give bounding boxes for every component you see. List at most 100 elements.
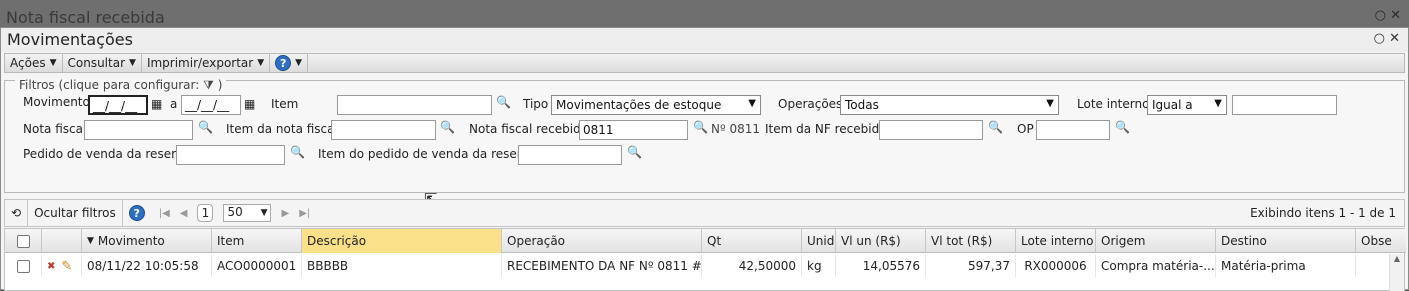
search-icon[interactable]: 🔍 xyxy=(693,120,708,134)
cell-origem: Compra matéria-... xyxy=(1096,255,1216,277)
chevron-down-icon: ▼ xyxy=(1214,98,1222,109)
movements-grid: ▼ Movimento Item Descrição Operação Qt Un… xyxy=(4,228,1406,291)
lote-interno-label: Lote interno xyxy=(1077,97,1150,111)
search-icon[interactable]: 🔍 xyxy=(290,145,305,159)
cell-lote-interno: RX000006 xyxy=(1016,255,1096,277)
chat-icon[interactable]: ○ xyxy=(1375,8,1386,23)
close-icon[interactable]: ✕ xyxy=(1390,8,1401,23)
menu-help[interactable]: ? ▼ xyxy=(270,54,309,72)
cell-unid: kg xyxy=(802,255,836,277)
close-icon[interactable]: ✕ xyxy=(1389,31,1400,46)
pedido-venda-label: Pedido de venda da reserva xyxy=(23,147,191,161)
search-icon[interactable]: 🔍 xyxy=(627,145,642,159)
item-field[interactable] xyxy=(337,95,492,115)
window-controls: ○ ✕ xyxy=(1374,31,1400,46)
prev-page-icon[interactable]: ◀ xyxy=(180,208,188,219)
cell-observacao xyxy=(1356,255,1390,277)
header-qt[interactable]: Qt xyxy=(702,229,802,253)
refresh-button[interactable]: ⟲ xyxy=(5,200,29,226)
filters-legend[interactable]: Filtros (clique para configurar: ⧩ ) xyxy=(15,78,227,93)
pedido-venda-field[interactable] xyxy=(176,145,285,165)
chevron-down-icon: ▼ xyxy=(1046,98,1054,109)
grid-help-button[interactable]: ? xyxy=(123,200,151,226)
filter-icon[interactable]: ⧩ xyxy=(203,78,214,92)
header-operacao[interactable]: Operação xyxy=(502,229,702,253)
help-icon: ? xyxy=(275,55,292,71)
item-nota-fiscal-label: Item da nota fiscal xyxy=(226,122,338,136)
row-checkbox-cell[interactable] xyxy=(5,255,42,277)
cell-vl-un: 14,05576 xyxy=(836,255,926,277)
items-count-label: Exibindo itens 1 - 1 de 1 xyxy=(1250,206,1396,220)
page-size-select[interactable]: 50 ▼ xyxy=(223,204,272,222)
edit-icon[interactable]: ✎ xyxy=(61,259,72,274)
page-number-input[interactable]: 1 xyxy=(197,204,214,222)
header-origem[interactable]: Origem xyxy=(1096,229,1216,253)
delete-icon[interactable]: ✖ xyxy=(47,261,55,272)
header-destino[interactable]: Destino xyxy=(1216,229,1356,253)
help-icon: ? xyxy=(128,205,145,221)
cell-operacao: RECEBIMENTO DA NF Nº 0811 #... xyxy=(502,255,702,277)
cell-movimento: 08/11/22 10:05:58 xyxy=(82,255,212,277)
item-label: Item xyxy=(271,97,299,111)
item-pedido-venda-field[interactable] xyxy=(518,145,622,165)
hide-filters-button[interactable]: Ocultar filtros xyxy=(28,200,123,226)
movimentacoes-window: Movimentações ○ ✕ Ações ▼ Consultar ▼ Impr… xyxy=(0,27,1409,291)
header-unid[interactable]: Unid xyxy=(802,229,836,253)
item-nf-recebida-field[interactable] xyxy=(879,120,983,140)
calendar-icon[interactable]: ▦ xyxy=(244,97,255,111)
header-observacao[interactable]: Obse xyxy=(1356,229,1406,253)
date-from-field[interactable]: __/__/__ xyxy=(88,95,148,115)
last-page-icon[interactable]: ▶| xyxy=(299,208,310,219)
search-icon[interactable]: 🔍 xyxy=(1115,120,1130,134)
lote-interno-field[interactable] xyxy=(1232,95,1337,115)
chevron-down-icon: ▼ xyxy=(748,98,756,109)
header-movimento[interactable]: ▼ Movimento xyxy=(82,229,212,253)
nota-fiscal-field[interactable] xyxy=(84,120,193,140)
select-all-checkbox-cell[interactable] xyxy=(5,229,42,253)
header-lote-interno[interactable]: Lote interno xyxy=(1016,229,1096,253)
chevron-down-icon: ▼ xyxy=(257,58,265,68)
header-vl-un[interactable]: Vl un (R$) xyxy=(836,229,926,253)
tipo-select[interactable]: Movimentações de estoque ▼ xyxy=(551,95,761,115)
next-page-icon[interactable]: ▶ xyxy=(281,208,289,219)
scroll-up-icon[interactable]: ▲ xyxy=(1394,254,1400,263)
op-label: OP xyxy=(1017,122,1034,136)
header-item[interactable]: Item xyxy=(212,229,302,253)
chat-icon[interactable]: ○ xyxy=(1374,31,1385,46)
header-vl-tot[interactable]: Vl tot (R$) xyxy=(926,229,1016,253)
search-icon[interactable]: 🔍 xyxy=(440,120,455,134)
cell-qt: 42,50000 xyxy=(702,255,802,277)
tipo-label: Tipo xyxy=(523,97,549,111)
refresh-icon: ⟲ xyxy=(11,206,22,220)
background-window: Nota fiscal recebida ○ ✕ xyxy=(0,0,1409,30)
menu-acoes[interactable]: Ações ▼ xyxy=(5,54,63,72)
menu-consultar[interactable]: Consultar ▼ xyxy=(63,54,142,72)
window-title: Movimentações xyxy=(7,30,133,49)
chevron-down-icon: ▼ xyxy=(295,58,303,68)
op-field[interactable] xyxy=(1036,120,1110,140)
lote-operator-select[interactable]: Igual a ▼ xyxy=(1147,95,1227,115)
search-icon[interactable]: 🔍 xyxy=(988,120,1003,134)
grid-scrollbar[interactable]: ▲ xyxy=(1389,254,1404,291)
menu-imprimir-exportar[interactable]: Imprimir/exportar ▼ xyxy=(142,54,271,72)
date-to-field[interactable]: __/__/__ xyxy=(181,95,241,115)
nf-recebida-field[interactable]: 0811 xyxy=(579,120,688,140)
operacoes-label: Operações xyxy=(778,97,843,111)
search-icon[interactable]: 🔍 xyxy=(496,95,511,109)
row-actions: ✖ ✎ xyxy=(42,255,82,277)
item-nota-fiscal-field[interactable] xyxy=(331,120,436,140)
calendar-icon[interactable]: ▦ xyxy=(151,97,162,111)
sort-desc-icon: ▼ xyxy=(87,236,94,246)
search-icon[interactable]: 🔍 xyxy=(198,120,213,134)
date-to-label: a xyxy=(170,97,178,111)
first-page-icon[interactable]: |◀ xyxy=(159,208,170,219)
item-pedido-venda-label: Item do pedido de venda da reserva xyxy=(318,147,537,161)
menubar: Ações ▼ Consultar ▼ Imprimir/exportar ▼ ? ▼ xyxy=(4,53,1405,73)
operacoes-select[interactable]: Todas ▼ xyxy=(840,95,1059,115)
header-descricao[interactable]: Descrição xyxy=(302,229,502,253)
actions-header xyxy=(42,229,82,253)
cell-descricao: BBBBB xyxy=(302,255,502,277)
select-all-checkbox[interactable] xyxy=(16,234,30,248)
chevron-down-icon: ▼ xyxy=(129,58,136,68)
row-checkbox[interactable] xyxy=(16,259,30,273)
